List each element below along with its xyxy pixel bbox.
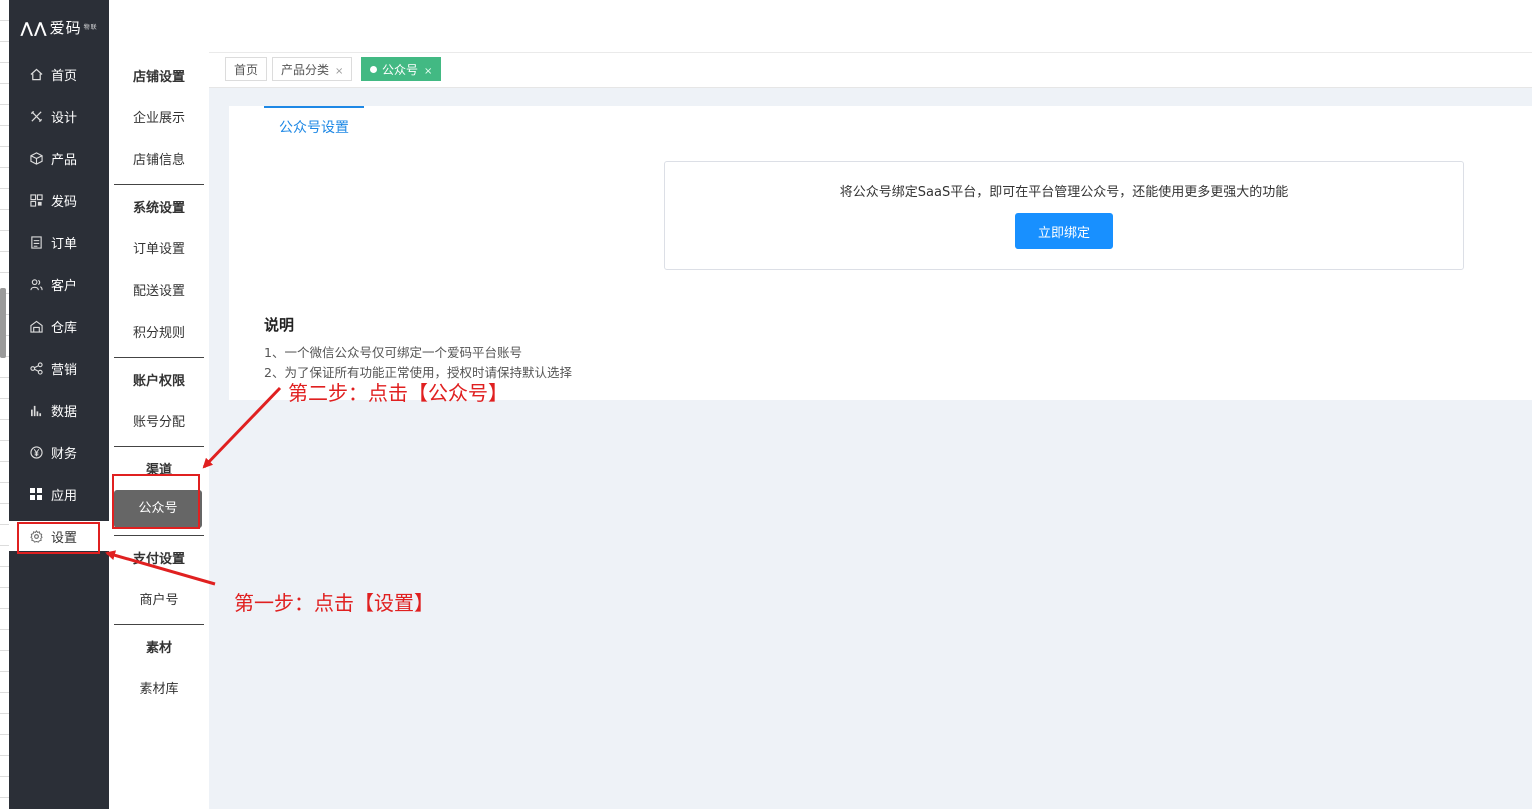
subnav-item-account-assign[interactable]: 账号分配 bbox=[114, 411, 204, 430]
primary-sidebar: ⋀⋀ 爱码 物联 首页 设计 产品 发码 订单 客户 仓库 营销 数据 财务 应… bbox=[9, 0, 109, 809]
note-title: 说明 bbox=[264, 316, 295, 334]
annotation-step1: 第一步：点击【设置】 bbox=[234, 591, 434, 615]
subnav-item-store-info[interactable]: 店铺信息 bbox=[114, 149, 204, 168]
nav-item-customer[interactable]: 客户 bbox=[9, 269, 109, 299]
nav-item-apps[interactable]: 应用 bbox=[9, 479, 109, 509]
nav-label: 产品 bbox=[51, 152, 78, 168]
divider bbox=[114, 446, 204, 447]
close-icon[interactable]: × bbox=[424, 66, 432, 77]
logo-text: 爱码 bbox=[49, 19, 82, 37]
subnav-item-company[interactable]: 企业展示 bbox=[114, 107, 204, 126]
box-icon bbox=[29, 151, 43, 165]
nav-label: 财务 bbox=[51, 446, 78, 462]
nav-label: 设计 bbox=[51, 110, 78, 126]
nav-label: 订单 bbox=[51, 236, 78, 252]
note-line: 1、一个微信公众号仅可绑定一个爱码平台账号 bbox=[264, 345, 522, 360]
design-icon bbox=[29, 109, 43, 123]
tab-official-account[interactable]: 公众号 × bbox=[361, 57, 442, 81]
active-dot-icon bbox=[370, 66, 377, 73]
nav-label: 应用 bbox=[51, 488, 78, 504]
nav-item-finance[interactable]: 财务 bbox=[9, 437, 109, 467]
main-content: 公众号设置 将公众号绑定SaaS平台，即可在平台管理公众号，还能使用更多更强大的… bbox=[209, 88, 1532, 809]
logo-subtext: 物联 bbox=[83, 23, 98, 31]
subnav-head-payment: 支付设置 bbox=[132, 552, 185, 567]
subnav-head-material: 素材 bbox=[145, 641, 172, 656]
subnav-head-system: 系统设置 bbox=[132, 201, 185, 216]
settings-panel: 公众号设置 将公众号绑定SaaS平台，即可在平台管理公众号，还能使用更多更强大的… bbox=[229, 106, 1532, 400]
subnav-head-account: 账户权限 bbox=[132, 374, 185, 389]
nav-item-design[interactable]: 设计 bbox=[9, 101, 109, 131]
warehouse-icon bbox=[29, 319, 43, 333]
subnav-item-material-library[interactable]: 素材库 bbox=[114, 678, 204, 697]
home-icon bbox=[29, 67, 43, 81]
nav-item-product[interactable]: 产品 bbox=[9, 143, 109, 173]
close-icon[interactable]: × bbox=[335, 66, 343, 77]
tab-home[interactable]: 首页 bbox=[225, 57, 268, 81]
tab-label: 产品分类 bbox=[281, 63, 330, 77]
highlight-official-account bbox=[112, 474, 200, 529]
nav-item-code[interactable]: 发码 bbox=[9, 185, 109, 215]
divider bbox=[114, 357, 204, 358]
nav-label: 发码 bbox=[51, 194, 78, 210]
nav-label: 数据 bbox=[51, 404, 78, 420]
nav-label: 营销 bbox=[51, 362, 78, 378]
subnav-item-points[interactable]: 积分规则 bbox=[114, 322, 204, 341]
tab-product-category[interactable]: 产品分类 × bbox=[272, 57, 353, 81]
subnav-head-store: 店铺设置 bbox=[132, 70, 185, 85]
bind-now-button[interactable]: 立即绑定 bbox=[1015, 213, 1113, 249]
nav-item-order[interactable]: 订单 bbox=[9, 227, 109, 257]
qrcode-icon bbox=[29, 193, 43, 207]
tab-official-account-settings[interactable]: 公众号设置 bbox=[264, 106, 364, 144]
bind-description: 将公众号绑定SaaS平台，即可在平台管理公众号，还能使用更多更强大的功能 bbox=[839, 185, 1289, 200]
subnav-item-delivery[interactable]: 配送设置 bbox=[114, 280, 204, 299]
tab-label: 首页 bbox=[234, 63, 259, 77]
divider bbox=[114, 624, 204, 625]
nav-label: 首页 bbox=[51, 68, 78, 84]
bar-chart-icon bbox=[29, 403, 43, 417]
apps-icon bbox=[29, 487, 43, 501]
divider bbox=[114, 184, 204, 185]
divider bbox=[114, 535, 204, 536]
logo-mark-icon: ⋀⋀ bbox=[20, 18, 48, 37]
subnav-item-merchant[interactable]: 商户号 bbox=[114, 589, 204, 608]
yen-icon bbox=[29, 445, 43, 459]
share-icon bbox=[29, 361, 43, 375]
top-header bbox=[209, 0, 1532, 53]
order-icon bbox=[29, 235, 43, 249]
logo: ⋀⋀ 爱码 物联 bbox=[9, 0, 109, 55]
highlight-settings bbox=[17, 522, 100, 554]
tab-label: 公众号 bbox=[382, 63, 419, 77]
nav-item-marketing[interactable]: 营销 bbox=[9, 353, 109, 383]
scroll-marker bbox=[0, 288, 6, 358]
nav-item-warehouse[interactable]: 仓库 bbox=[9, 311, 109, 341]
annotation-step2: 第二步：点击【公众号】 bbox=[288, 381, 508, 405]
bind-card: 将公众号绑定SaaS平台，即可在平台管理公众号，还能使用更多更强大的功能 立即绑… bbox=[664, 161, 1464, 270]
subnav-item-order-settings[interactable]: 订单设置 bbox=[114, 238, 204, 257]
nav-item-home[interactable]: 首页 bbox=[9, 59, 109, 89]
nav-label: 仓库 bbox=[51, 320, 78, 336]
nav-label: 客户 bbox=[51, 278, 78, 294]
user-group-icon bbox=[29, 277, 43, 291]
secondary-sidebar: 店铺设置 企业展示 店铺信息 系统设置 订单设置 配送设置 积分规则 账户权限 … bbox=[109, 55, 209, 809]
nav-item-data[interactable]: 数据 bbox=[9, 395, 109, 425]
tab-bar: 首页 产品分类 × 公众号 × bbox=[209, 53, 1532, 88]
